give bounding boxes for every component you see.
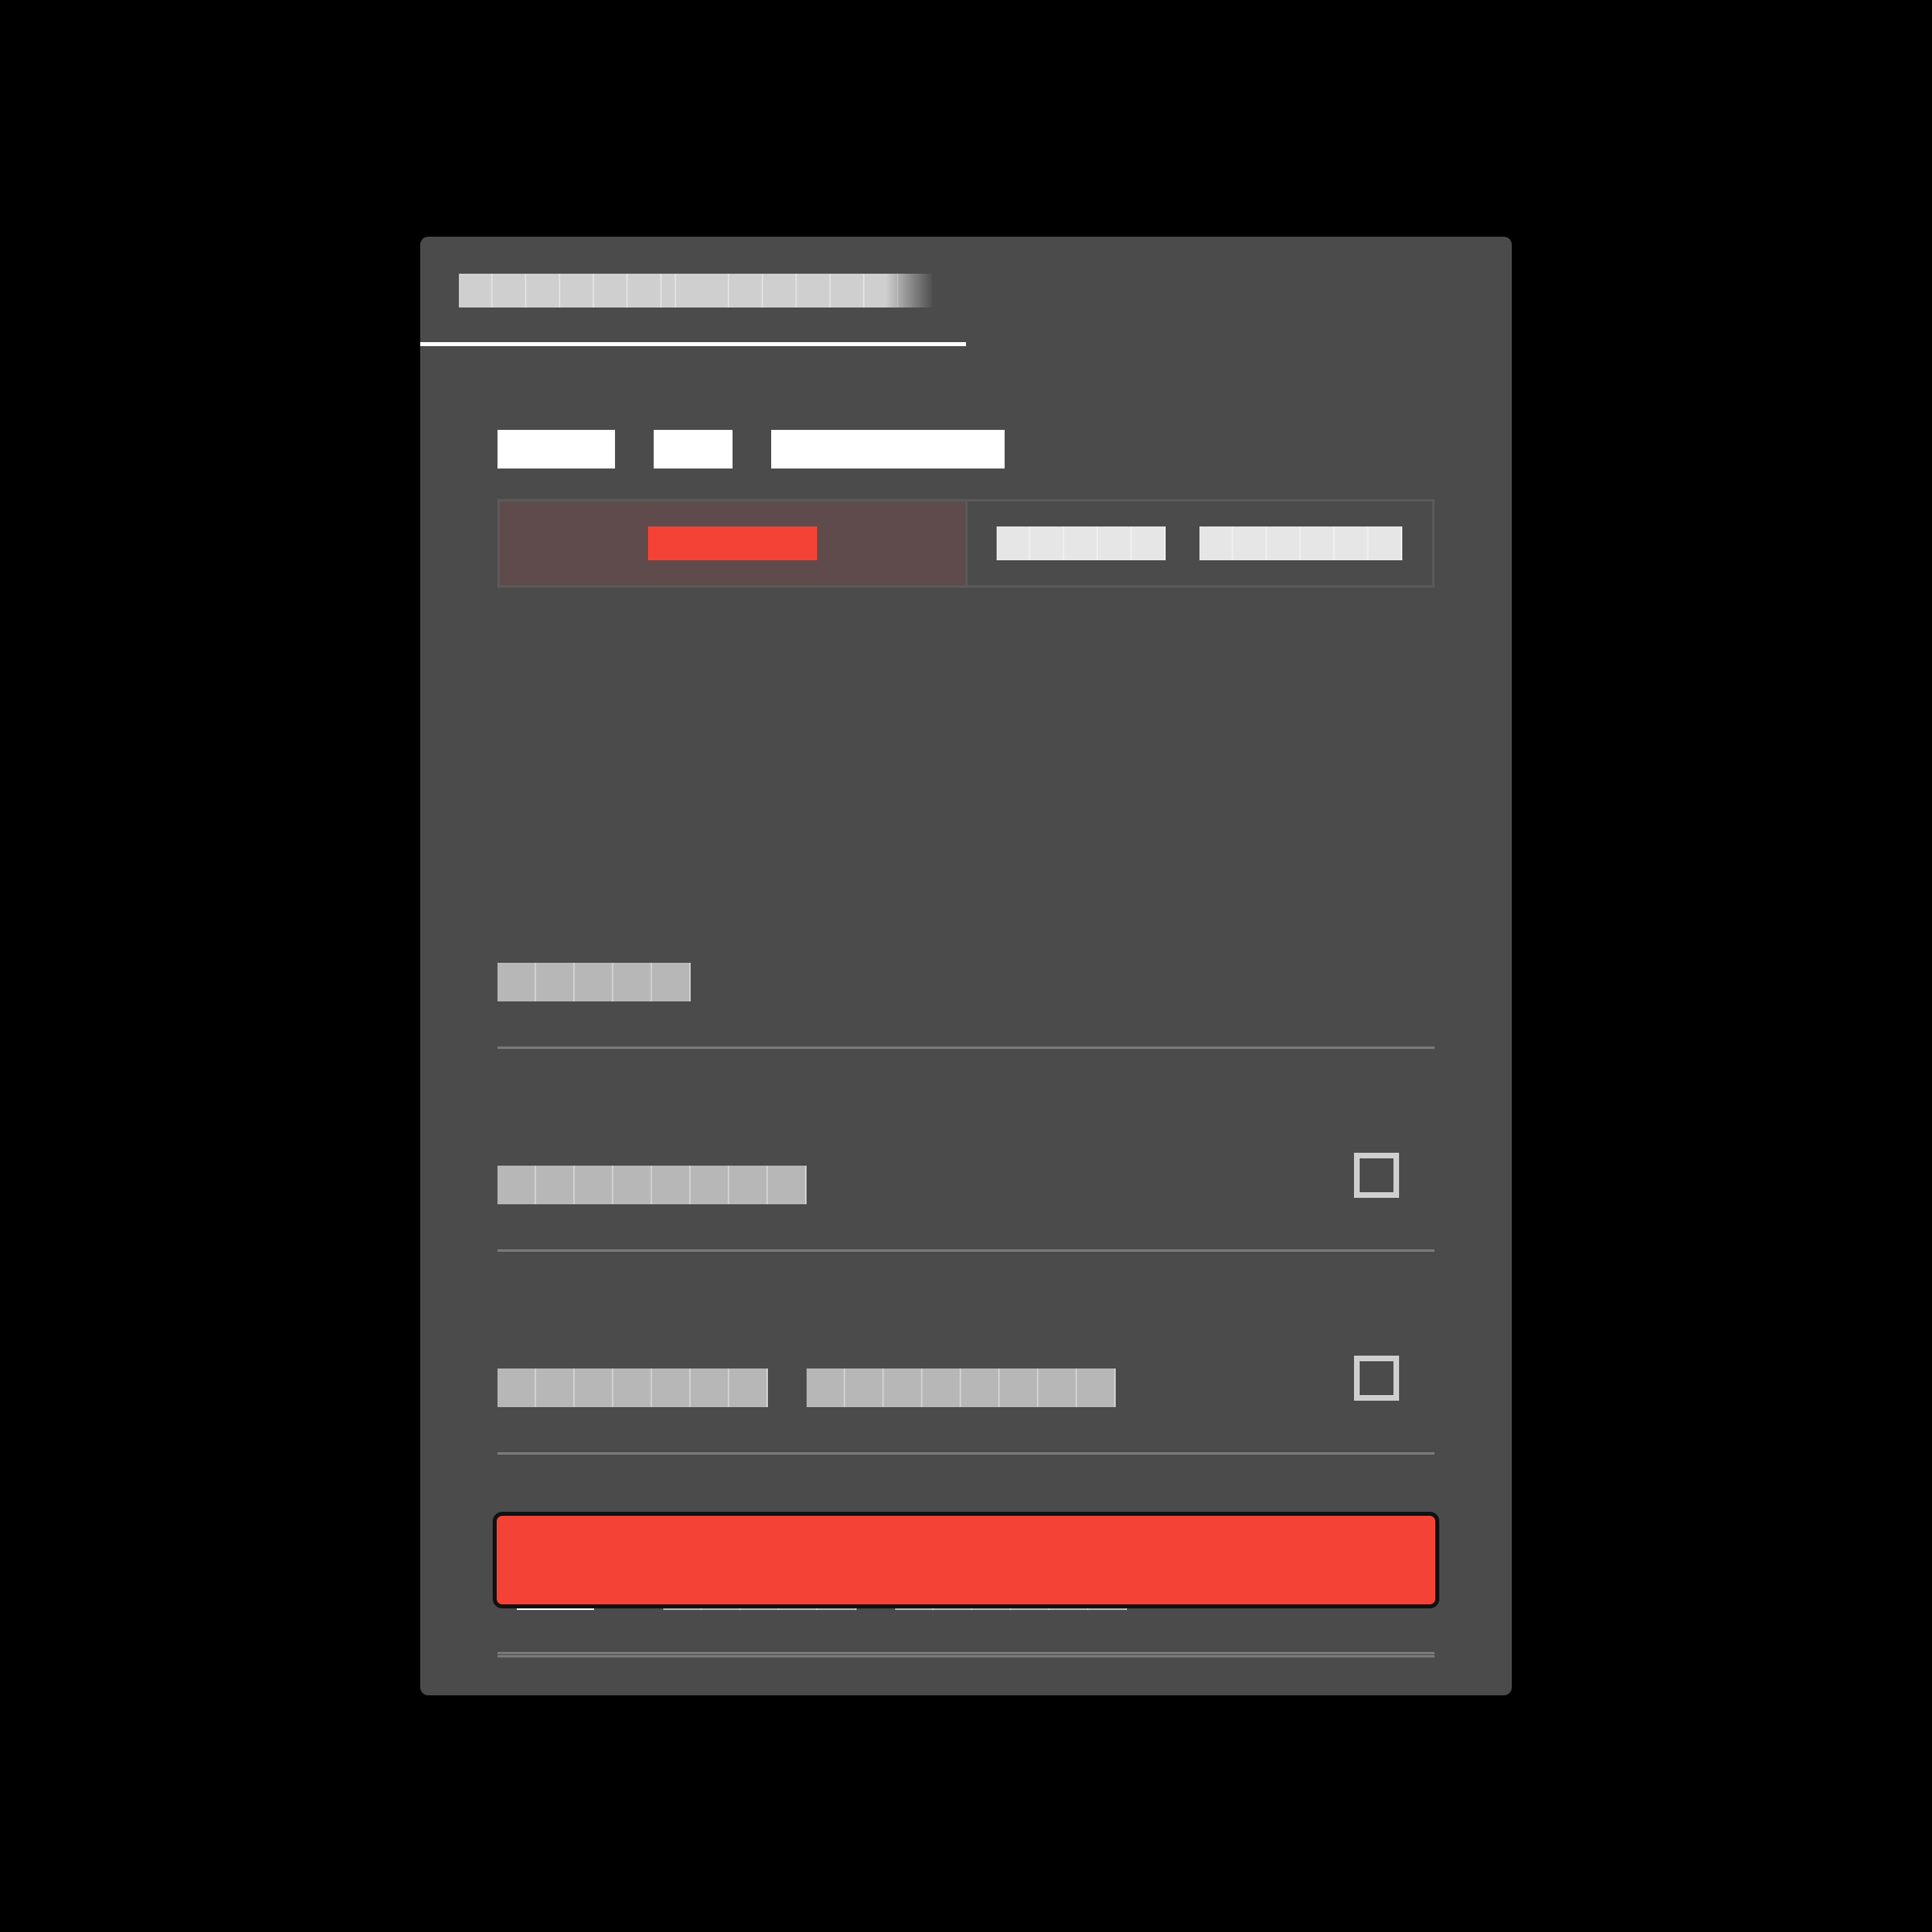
submit-button-wrapper (493, 1512, 1439, 1608)
button-layer (420, 237, 1512, 1695)
